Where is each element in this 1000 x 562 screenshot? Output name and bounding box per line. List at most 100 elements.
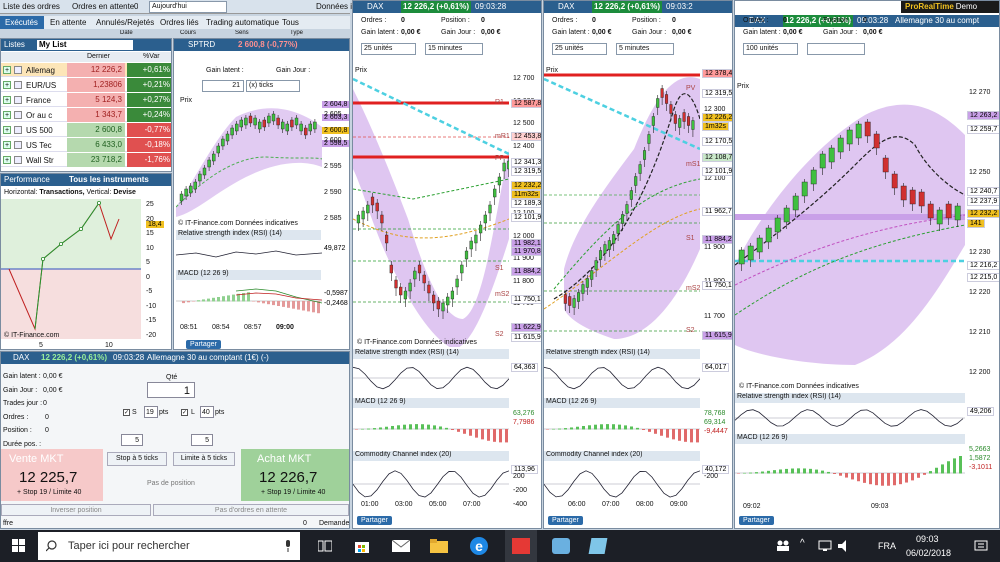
inverse-position-button[interactable]: Inverser position: [1, 504, 151, 516]
sptrd-macd-chart: [176, 288, 322, 314]
perf-ytick: 5: [146, 259, 150, 266]
volume-icon[interactable]: [838, 540, 852, 552]
limit-5-ticks-button[interactable]: Limite à 5 ticks: [173, 452, 235, 466]
stop-ticks-stepper[interactable]: 5: [121, 434, 143, 446]
chart2-share-button[interactable]: Partager: [357, 516, 392, 525]
tab-ordres-lies[interactable]: Ordres liés: [160, 18, 199, 27]
notes-app-icon[interactable]: [588, 538, 608, 554]
chart4-share-button[interactable]: Partager: [739, 516, 774, 525]
sptrd-unit-select[interactable]: (x) ticks: [246, 80, 300, 92]
tab-liste-ordres[interactable]: Liste des ordres: [3, 2, 60, 11]
tray-chevron-icon[interactable]: ^: [800, 538, 805, 549]
col-sens[interactable]: Sens: [235, 30, 249, 36]
sptrd-xtick: 08:57: [244, 324, 262, 331]
clock-time[interactable]: 09:03: [916, 534, 939, 544]
sptrd-macd-v2: -0,2468: [324, 300, 348, 307]
tab-executes[interactable]: Exécutés: [0, 16, 44, 29]
col-var[interactable]: %Var: [143, 53, 160, 60]
chart2-timeframe-select[interactable]: 15 minutes: [425, 43, 483, 55]
chart4-units-select[interactable]: 100 unités: [743, 43, 798, 55]
tab-trading-auto[interactable]: Trading automatique: [206, 18, 279, 27]
list-row-chart-icon[interactable]: [14, 96, 22, 104]
sell-button[interactable]: Vente MKT 12 225,7 + Stop 19 / Limite 40: [1, 449, 103, 501]
limit-ticks-stepper[interactable]: 5: [191, 434, 213, 446]
chart3-level-label: mS2: [686, 285, 701, 292]
tab-en-attente[interactable]: En attente: [50, 18, 86, 27]
list-row-chart-icon[interactable]: [14, 66, 22, 74]
list-row-chart-icon[interactable]: [14, 126, 22, 134]
performance-panel: Performance Tous les instruments Horizon…: [0, 173, 172, 350]
buy-button[interactable]: Achat MKT 12 226,7 + Stop 19 / Limite 40: [241, 449, 349, 501]
chart2-price-tag: 11 615,9: [511, 333, 541, 342]
search-box[interactable]: Taper ici pour rechercher: [38, 532, 300, 560]
list-row-icon[interactable]: +: [3, 96, 11, 104]
list-item[interactable]: + US 500 2 600,8 -0,77%: [1, 123, 171, 137]
store-icon[interactable]: [354, 538, 370, 554]
folder-icon[interactable]: [430, 539, 448, 553]
stop-checkbox[interactable]: ✓: [123, 409, 130, 416]
windows-start-icon[interactable]: [12, 539, 26, 553]
list-row-icon[interactable]: +: [3, 111, 11, 119]
mail-icon[interactable]: [392, 540, 410, 552]
chart3-info-label: Gain Jour :: [632, 29, 667, 36]
date-select[interactable]: Aujourd'hui: [149, 1, 227, 13]
list-row-icon[interactable]: +: [3, 126, 11, 134]
chart-app-icon[interactable]: [552, 538, 570, 554]
stop-input[interactable]: 19: [144, 406, 158, 418]
limit-label: L: [191, 409, 195, 416]
chart3-units-select[interactable]: 25 unités: [552, 43, 607, 55]
list-item[interactable]: + US Tec 6 433,0 -0,18%: [1, 138, 171, 152]
microphone-icon[interactable]: [284, 540, 292, 552]
notifications-icon[interactable]: [974, 540, 988, 552]
list-row-icon[interactable]: +: [3, 156, 11, 164]
list-row-chart-icon[interactable]: [14, 81, 22, 89]
list-item[interactable]: + Wall Str 23 718,2 -1,76%: [1, 153, 171, 167]
list-row-icon[interactable]: +: [3, 81, 11, 89]
task-view-icon[interactable]: [318, 540, 332, 552]
chart2-rsi-chart: [353, 366, 509, 390]
chart4-timeframe-select[interactable]: [807, 43, 865, 55]
sptrd-rsi-chart: [176, 250, 322, 258]
tab-tous[interactable]: Tous: [282, 18, 299, 27]
edge-icon[interactable]: e: [470, 537, 488, 555]
ticket-info-value: 0,00 €: [43, 373, 63, 380]
sell-price: 12 225,7: [19, 469, 78, 486]
list-select[interactable]: My List: [37, 40, 133, 50]
list-item[interactable]: + Allemag 12 226,2 +0,61%: [1, 63, 171, 77]
col-dernier[interactable]: Dernier: [87, 53, 110, 60]
tab-annules[interactable]: Annulés/Rejetés: [96, 18, 154, 27]
ticket-info-label: Durée pos. :: [3, 440, 42, 448]
list-row-chart-icon[interactable]: [14, 141, 22, 149]
col-type[interactable]: Type: [290, 30, 303, 36]
list-row-chart-icon[interactable]: [14, 156, 22, 164]
chart2-info-label: Position :: [441, 17, 470, 24]
chart2-price-tag: 11m32s: [511, 190, 541, 199]
list-row-instrument: Or au c: [26, 111, 53, 120]
tab-ordres-attente[interactable]: Ordres en attente: [72, 2, 134, 11]
col-cours[interactable]: Cours: [180, 30, 196, 36]
list-row-chart-icon[interactable]: [14, 111, 22, 119]
perf-instruments-tab[interactable]: Tous les instruments: [69, 174, 149, 186]
language-indicator[interactable]: FRA: [878, 541, 896, 551]
chart2-units-select[interactable]: 25 unités: [361, 43, 416, 55]
sptrd-share-button[interactable]: Partager: [186, 340, 221, 349]
stop-5-ticks-button[interactable]: Stop à 5 ticks: [107, 452, 167, 466]
chart3-macd-value: 78,768: [704, 410, 726, 417]
col-date[interactable]: Date: [120, 30, 133, 36]
list-row-icon[interactable]: +: [3, 66, 11, 74]
chart3-timeframe-select[interactable]: 5 minutes: [616, 43, 674, 55]
sptrd-ticks-select[interactable]: 21: [202, 80, 244, 92]
limit-input[interactable]: 40: [200, 406, 214, 418]
list-item[interactable]: + EUR/US 1,23806 +0,21%: [1, 78, 171, 92]
people-icon[interactable]: [776, 540, 790, 552]
list-row-icon[interactable]: +: [3, 141, 11, 149]
limit-checkbox[interactable]: ✓: [181, 409, 188, 416]
chart3-share-button[interactable]: Partager: [548, 516, 583, 525]
prorealtime-icon[interactable]: [512, 538, 530, 554]
list-item[interactable]: + Or au c 1 343,7 +0,24%: [1, 108, 171, 122]
clock-date[interactable]: 06/02/2018: [906, 548, 951, 558]
chart4-price-tag: 12 237,9: [967, 197, 999, 206]
list-item[interactable]: + France 5 124,3 +0,27%: [1, 93, 171, 107]
qty-input[interactable]: 1: [147, 382, 195, 398]
network-icon[interactable]: [818, 540, 832, 552]
